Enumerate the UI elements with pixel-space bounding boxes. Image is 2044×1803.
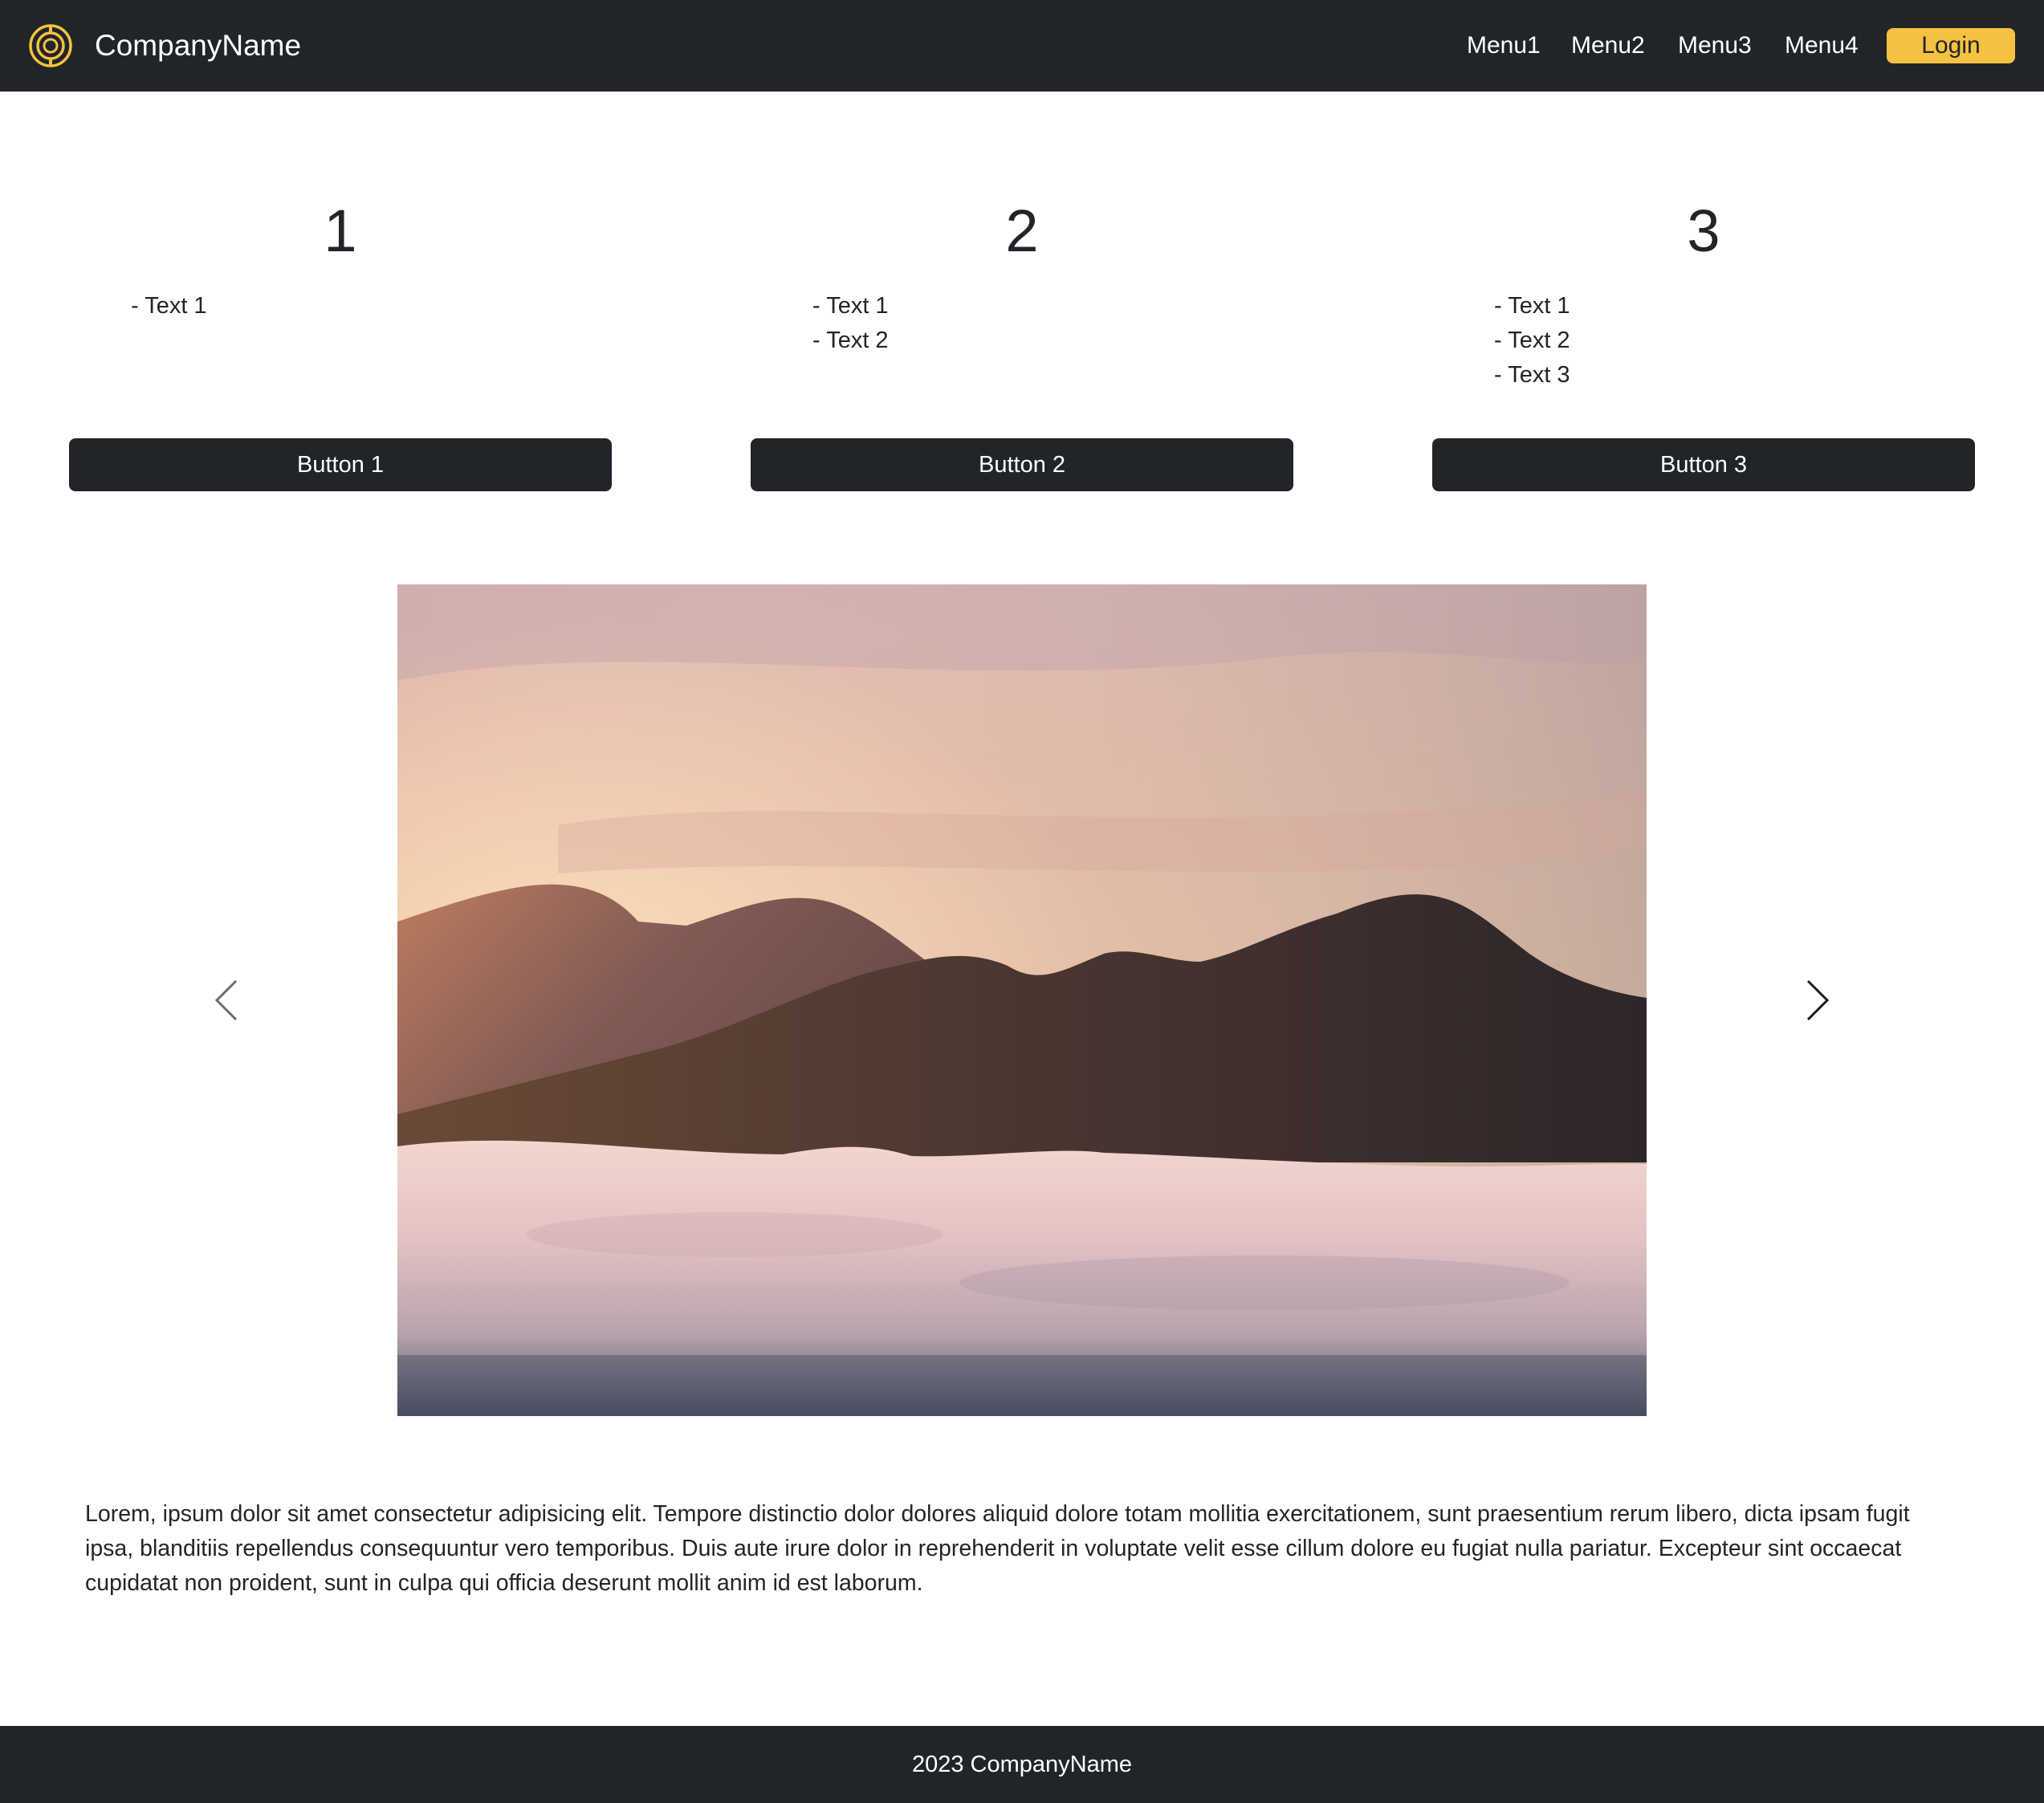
chevron-right-icon[interactable] xyxy=(1802,978,1834,1023)
column-3-item-2: - Text 2 xyxy=(1494,328,1570,353)
button-1[interactable]: Button 1 xyxy=(69,438,612,491)
column-1-list: - Text 1 xyxy=(131,289,207,324)
company-logo-icon[interactable] xyxy=(28,23,73,68)
column-3-list: - Text 1 - Text 2 - Text 3 xyxy=(1494,289,1570,393)
navbar: CompanyName Menu1 Menu2 Menu3 Menu4 Logi… xyxy=(0,0,2044,92)
body-paragraph: Lorem, ipsum dolor sit amet consectetur … xyxy=(85,1501,1910,1596)
button-2[interactable]: Button 2 xyxy=(751,438,1293,491)
column-2-item-2: - Text 2 xyxy=(812,328,889,353)
column-2-number: 2 xyxy=(1005,197,1039,264)
button-3[interactable]: Button 3 xyxy=(1432,438,1975,491)
column-3-item-3: - Text 3 xyxy=(1494,362,1570,388)
login-button[interactable]: Login xyxy=(1887,28,2015,63)
column-3-item-1: - Text 1 xyxy=(1494,293,1570,319)
chevron-left-icon[interactable] xyxy=(210,978,242,1023)
nav-link-menu3[interactable]: Menu3 xyxy=(1678,24,1752,67)
nav-link-menu4[interactable]: Menu4 xyxy=(1785,24,1859,67)
nav-link-menu1[interactable]: Menu1 xyxy=(1467,24,1541,67)
footer: 2023 CompanyName xyxy=(0,1726,2044,1803)
column-2-list: - Text 1 - Text 2 xyxy=(812,289,889,358)
footer-copyright: 2023 CompanyName xyxy=(911,1752,1133,1777)
column-2-item-1: - Text 1 xyxy=(812,293,889,319)
column-3-number: 3 xyxy=(1687,197,1720,264)
brand-name[interactable]: CompanyName xyxy=(95,24,301,67)
column-1-item-1: - Text 1 xyxy=(131,293,207,319)
carousel-image xyxy=(397,584,1647,1416)
nav-link-menu2[interactable]: Menu2 xyxy=(1571,24,1645,67)
column-1-number: 1 xyxy=(324,197,357,264)
